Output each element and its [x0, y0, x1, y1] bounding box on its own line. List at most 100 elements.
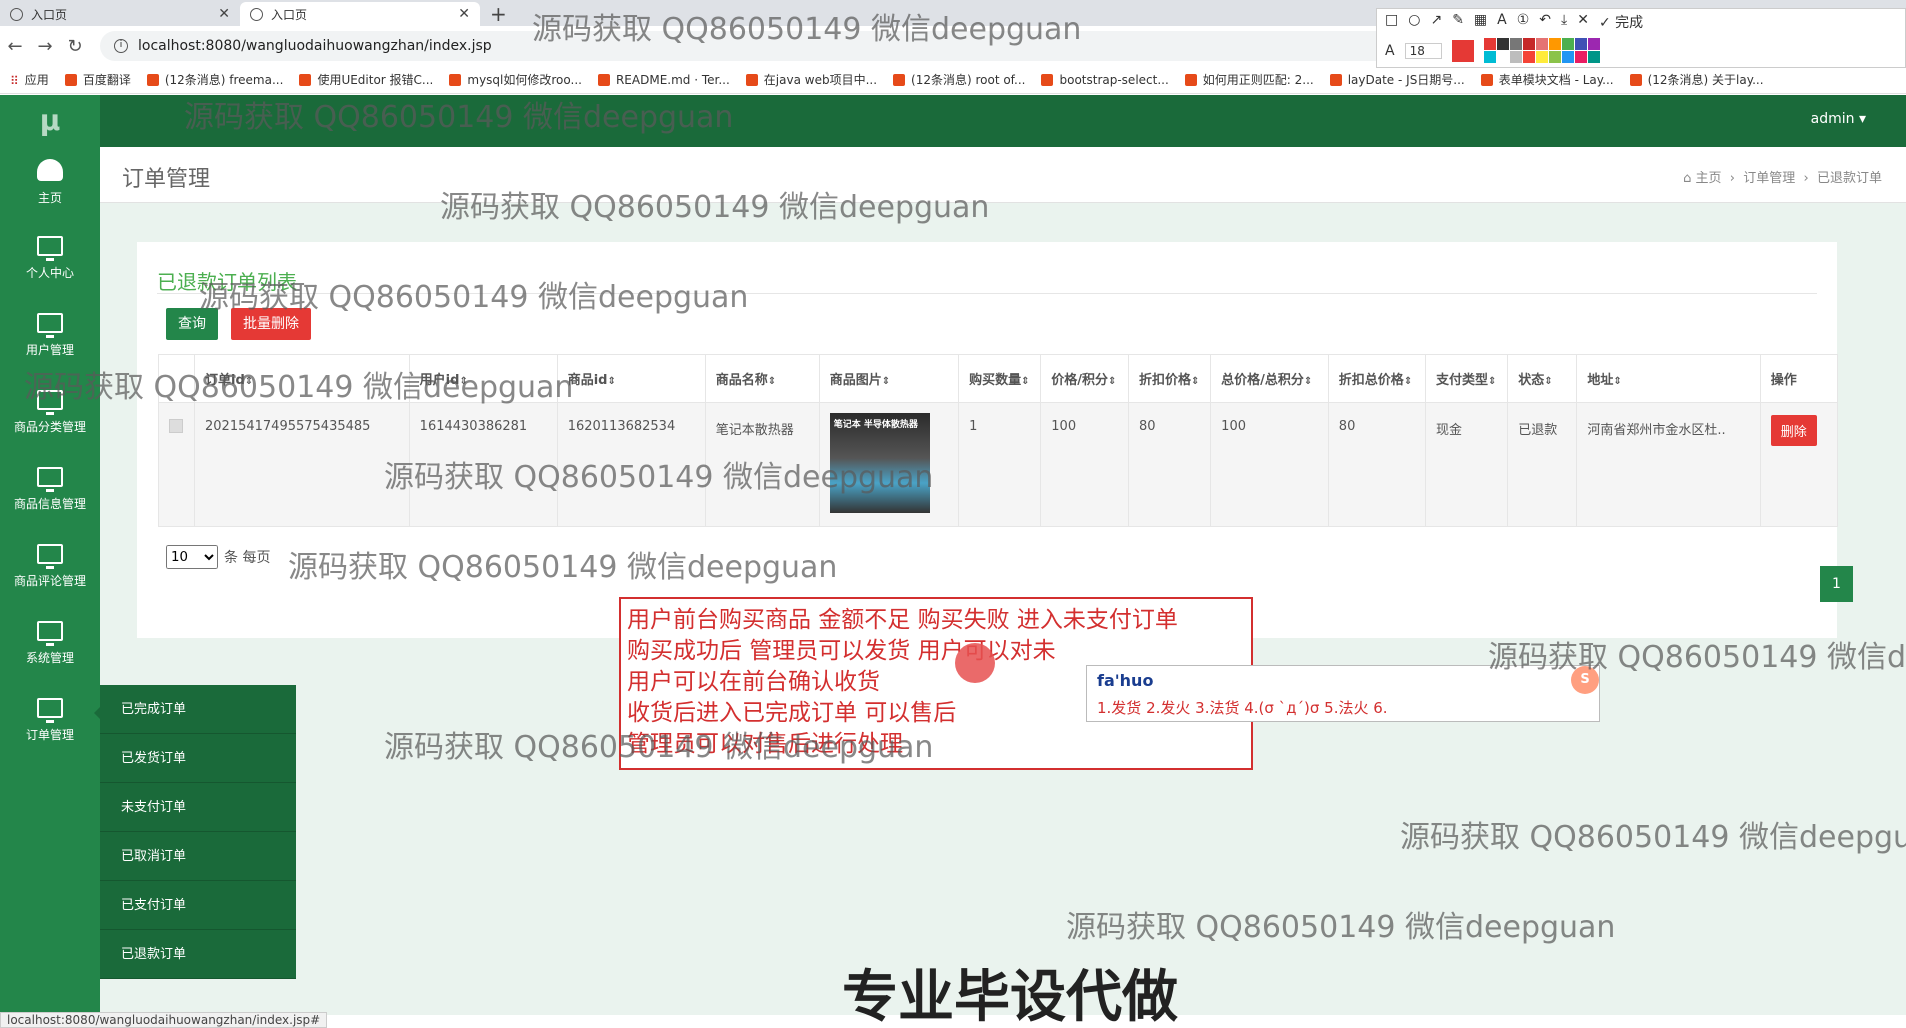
download-icon[interactable]: ⤓: [1561, 12, 1567, 32]
sidebar-item[interactable]: 用户管理: [0, 301, 100, 378]
submenu-item[interactable]: 未支付订单: [100, 783, 296, 832]
submenu-item[interactable]: 已退款订单: [100, 930, 296, 979]
column-header[interactable]: 支付类型⇕: [1424, 354, 1509, 403]
browser-tab-active[interactable]: 入口页 ✕: [240, 2, 480, 26]
column-header[interactable]: 商品图片⇕: [818, 354, 960, 403]
bookmark-item[interactable]: 在java web项目中...: [745, 71, 877, 88]
sort-icon[interactable]: ⇕: [882, 376, 890, 387]
color-swatch[interactable]: [1522, 38, 1535, 50]
font-size-select[interactable]: 18: [1404, 42, 1442, 59]
column-header[interactable]: 购买数量⇕: [958, 354, 1042, 403]
done-button[interactable]: ✓ 完成: [1599, 12, 1643, 32]
color-swatch[interactable]: [1548, 51, 1561, 63]
forward-button[interactable]: →: [30, 36, 60, 57]
color-swatch[interactable]: [1561, 38, 1574, 50]
bookmark-item[interactable]: (12条消息) 关于lay...: [1629, 71, 1764, 88]
bookmark-item[interactable]: (12条消息) freema...: [146, 71, 283, 88]
sort-icon[interactable]: ⇕: [1304, 376, 1312, 387]
color-swatch[interactable]: [1509, 51, 1522, 63]
close-icon[interactable]: ✕: [1577, 12, 1589, 32]
column-header[interactable]: 状态⇕: [1507, 354, 1578, 403]
bookmark-item[interactable]: layDate - JS日期号...: [1329, 71, 1465, 88]
sort-icon[interactable]: ⇕: [245, 376, 253, 387]
submenu-item[interactable]: 已支付订单: [100, 881, 296, 930]
submenu-item[interactable]: 已取消订单: [100, 832, 296, 881]
info-icon[interactable]: i: [114, 39, 128, 53]
number-icon[interactable]: ①: [1517, 12, 1530, 32]
column-header[interactable]: 商品名称⇕: [704, 354, 820, 403]
sidebar-item[interactable]: 系统管理: [0, 609, 100, 686]
bookmark-item[interactable]: 百度翻译: [64, 71, 131, 88]
undo-icon[interactable]: ↶: [1539, 12, 1551, 32]
column-header[interactable]: 总价格/总积分⇕: [1210, 354, 1329, 403]
new-tab-button[interactable]: +: [480, 2, 517, 26]
color-swatch[interactable]: [1496, 38, 1509, 50]
browser-tab[interactable]: 入口页 ✕: [0, 2, 240, 26]
selected-color[interactable]: [1451, 39, 1474, 62]
color-swatch[interactable]: [1483, 51, 1496, 63]
query-button[interactable]: 查询: [166, 308, 218, 340]
close-icon[interactable]: ✕: [218, 6, 230, 22]
bookmark-item[interactable]: mysql如何修改roo...: [449, 71, 582, 88]
column-header[interactable]: 操作: [1759, 354, 1839, 403]
submenu-item[interactable]: 已发货订单: [100, 734, 296, 783]
sort-icon[interactable]: ⇕: [1404, 376, 1412, 387]
breadcrumb-orders[interactable]: 订单管理: [1743, 171, 1795, 186]
color-swatch[interactable]: [1548, 38, 1561, 50]
reload-button[interactable]: ↻: [60, 36, 90, 57]
bookmark-item[interactable]: ⠿ 应用: [10, 71, 49, 88]
sort-icon[interactable]: ⇕: [1544, 376, 1552, 387]
color-swatch[interactable]: [1574, 51, 1587, 63]
color-swatch[interactable]: [1496, 51, 1509, 63]
pen-icon[interactable]: ✎: [1452, 12, 1464, 32]
sort-icon[interactable]: ⇕: [1108, 376, 1116, 387]
mosaic-icon[interactable]: ▦: [1474, 12, 1487, 32]
user-menu[interactable]: admin ▾: [1811, 111, 1866, 127]
row-checkbox[interactable]: [169, 419, 183, 433]
column-header[interactable]: 订单id⇕: [194, 354, 410, 403]
batch-delete-button[interactable]: 批量删除: [231, 308, 311, 340]
sort-icon[interactable]: ⇕: [1021, 376, 1029, 387]
column-header[interactable]: 用户id⇕: [408, 354, 558, 403]
page-button-current[interactable]: 1: [1820, 566, 1853, 602]
page-size-select[interactable]: 10: [166, 545, 218, 569]
column-header[interactable]: 地址⇕: [1576, 354, 1761, 403]
color-swatch[interactable]: [1587, 51, 1600, 63]
color-swatch[interactable]: [1535, 51, 1548, 63]
color-swatch[interactable]: [1483, 38, 1496, 50]
color-swatch[interactable]: [1535, 38, 1548, 50]
rectangle-icon[interactable]: □: [1385, 12, 1398, 32]
sort-icon[interactable]: ⇕: [1488, 376, 1496, 387]
url-field[interactable]: i localhost:8080/wangluodaihuowangzhan/i…: [100, 31, 1400, 61]
bookmark-item[interactable]: bootstrap-select...: [1041, 73, 1169, 87]
sidebar-item[interactable]: 商品分类管理: [0, 378, 100, 455]
breadcrumb-home[interactable]: 主页: [1695, 171, 1721, 186]
logo[interactable]: μ: [0, 95, 100, 147]
color-swatch[interactable]: [1587, 38, 1600, 50]
bookmark-item[interactable]: (12条消息) root of...: [893, 71, 1025, 88]
sort-icon[interactable]: ⇕: [459, 376, 467, 387]
close-icon[interactable]: ✕: [458, 6, 470, 22]
sidebar-item[interactable]: 商品信息管理: [0, 455, 100, 532]
column-header[interactable]: 折扣价格⇕: [1127, 354, 1212, 403]
color-swatch[interactable]: [1574, 38, 1587, 50]
sort-icon[interactable]: ⇕: [768, 376, 776, 387]
ime-candidates[interactable]: 1.发货 2.发火 3.法货 4.(σ ˋдˊ)σ 5.法火 6.: [1097, 697, 1388, 718]
color-palette[interactable]: [1483, 38, 1600, 63]
submenu-item[interactable]: 已完成订单: [100, 685, 296, 734]
arrow-icon[interactable]: ↗: [1430, 12, 1442, 32]
text-icon[interactable]: A: [1497, 12, 1507, 32]
color-swatch[interactable]: [1509, 38, 1522, 50]
sort-icon[interactable]: ⇕: [1613, 376, 1621, 387]
delete-button[interactable]: 删除: [1770, 415, 1817, 446]
sidebar-item[interactable]: 商品评论管理: [0, 532, 100, 609]
column-header[interactable]: 商品id⇕: [556, 354, 706, 403]
color-swatch[interactable]: [1561, 51, 1574, 63]
bookmark-item[interactable]: README.md · Ter...: [597, 73, 730, 87]
sidebar-item[interactable]: 主页: [0, 147, 100, 224]
sidebar-item[interactable]: 订单管理: [0, 686, 100, 763]
bookmark-item[interactable]: 如何用正则匹配: 2...: [1184, 71, 1314, 88]
column-header[interactable]: 价格/积分⇕: [1040, 354, 1129, 403]
sidebar-item[interactable]: 个人中心: [0, 224, 100, 301]
sort-icon[interactable]: ⇕: [607, 376, 615, 387]
